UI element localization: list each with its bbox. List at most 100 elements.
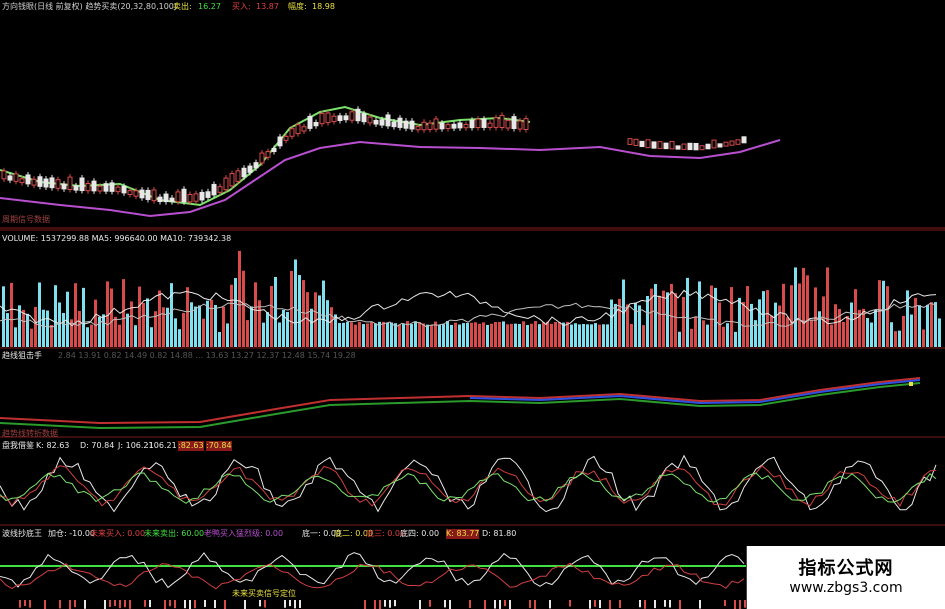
volume-bar (930, 302, 933, 347)
volume-bar (110, 288, 113, 347)
sell-value: 16.27 (198, 2, 221, 11)
bottom-signal-tick (44, 600, 46, 609)
volume-bar (634, 302, 637, 347)
volume-bar (186, 287, 189, 347)
volume-bar (382, 321, 385, 347)
candle-body (427, 122, 433, 130)
volume-bar (158, 290, 161, 347)
volume-bar (886, 286, 889, 347)
candle-body (253, 162, 259, 169)
bottom-signal-tick (59, 600, 61, 609)
volume-bar (2, 286, 5, 347)
trend-marker (909, 382, 913, 386)
candle-body (699, 145, 705, 151)
volume-bar (630, 323, 633, 347)
bottom-signal-tick (169, 600, 171, 607)
volume-bar (310, 308, 313, 347)
bottom-signal-tick (389, 600, 391, 608)
volume-bar (550, 323, 553, 347)
volume-bar (590, 324, 593, 347)
volume-bar (322, 280, 325, 347)
candle-body (517, 120, 523, 130)
kdj-k: K: 82.63 (36, 441, 70, 450)
volume-bar (830, 324, 833, 347)
candle-body (675, 145, 681, 150)
volume-bar (826, 267, 829, 347)
volume-bar (414, 321, 417, 347)
stock-chart-window: 方向钱眼(日线 前复权) 趋势买卖(20,32,80,100) 卖出: 16.2… (0, 0, 945, 609)
bottom-signal-tick (124, 600, 126, 608)
candle-body (331, 115, 337, 123)
candle-body (669, 140, 675, 150)
bottom-signal-tick (214, 600, 216, 608)
volume-bar (378, 321, 381, 347)
candle-body (325, 112, 331, 124)
volume-bar (638, 305, 641, 347)
bottom-signal-tick (264, 600, 266, 608)
volume-bar (706, 324, 709, 347)
volume-bar (822, 296, 825, 347)
volume-bar (210, 299, 213, 347)
volume-bar (754, 320, 757, 347)
bottom-signal-tick (679, 600, 681, 609)
volume-bar (510, 323, 513, 347)
volume-bar (242, 270, 245, 347)
candle-body (139, 189, 145, 199)
volume-bar (230, 284, 233, 347)
trend-header: 趋线狙击手 (2, 351, 42, 360)
candle-body (451, 123, 457, 129)
candle-body (433, 118, 439, 130)
volume-bar (166, 307, 169, 347)
volume-bar (226, 323, 229, 347)
volume-bar (786, 317, 789, 347)
volume-bar (222, 306, 225, 347)
bottom-marker: 未来买卖信号定位 (232, 589, 296, 598)
volume-bar (742, 302, 745, 347)
kdj-header: 盘我借鉴 (2, 441, 34, 450)
volume-bar (518, 324, 521, 347)
volume-bar (98, 316, 101, 347)
volume-header: VOLUME: 1537299.88 MA5: 996640.00 MA10: … (2, 234, 232, 243)
volume-bar (178, 329, 181, 347)
bottom-signal-tick (284, 600, 286, 608)
volume-bar (902, 315, 905, 347)
bottom-signal-tick (204, 600, 206, 607)
bottom-signal-tick (244, 600, 246, 609)
indicator-charts (0, 105, 945, 609)
volume-bar (318, 295, 321, 347)
volume-bar (938, 318, 941, 347)
volume-bar (402, 324, 405, 347)
volume-bar (702, 320, 705, 347)
bottom-signal-tick (129, 600, 131, 609)
volume-bar (758, 299, 761, 347)
candle-body (645, 139, 651, 149)
candle-body (25, 174, 31, 185)
volume-bar (250, 306, 253, 347)
bottom-signal-tick (299, 600, 301, 608)
volume-bar (182, 312, 185, 347)
bottom-red-line (0, 562, 745, 590)
candle-body (91, 180, 97, 192)
candle-body (193, 193, 199, 202)
bottom-signal-tick (119, 600, 121, 609)
volume-bar (586, 324, 589, 347)
volume-bar (710, 285, 713, 347)
kdj-extra2: :82.63 (178, 441, 204, 451)
volume-bar (94, 299, 97, 347)
bottom-signal-tick (499, 600, 501, 609)
candle-body (67, 176, 73, 190)
volume-bar (22, 309, 25, 347)
candle-body (505, 119, 511, 129)
volume-bar (894, 331, 897, 347)
volume-bar (562, 322, 565, 347)
bottom-signal-tick (734, 600, 736, 609)
volume-bar (606, 324, 609, 347)
candle-body (241, 167, 247, 178)
volume-bar (390, 322, 393, 347)
candle-body (175, 191, 181, 203)
bottom-signal-tick (529, 600, 531, 608)
volume-bar (442, 324, 445, 347)
volume-bar (26, 313, 29, 347)
candle-body (199, 191, 205, 201)
volume-bar (694, 316, 697, 347)
